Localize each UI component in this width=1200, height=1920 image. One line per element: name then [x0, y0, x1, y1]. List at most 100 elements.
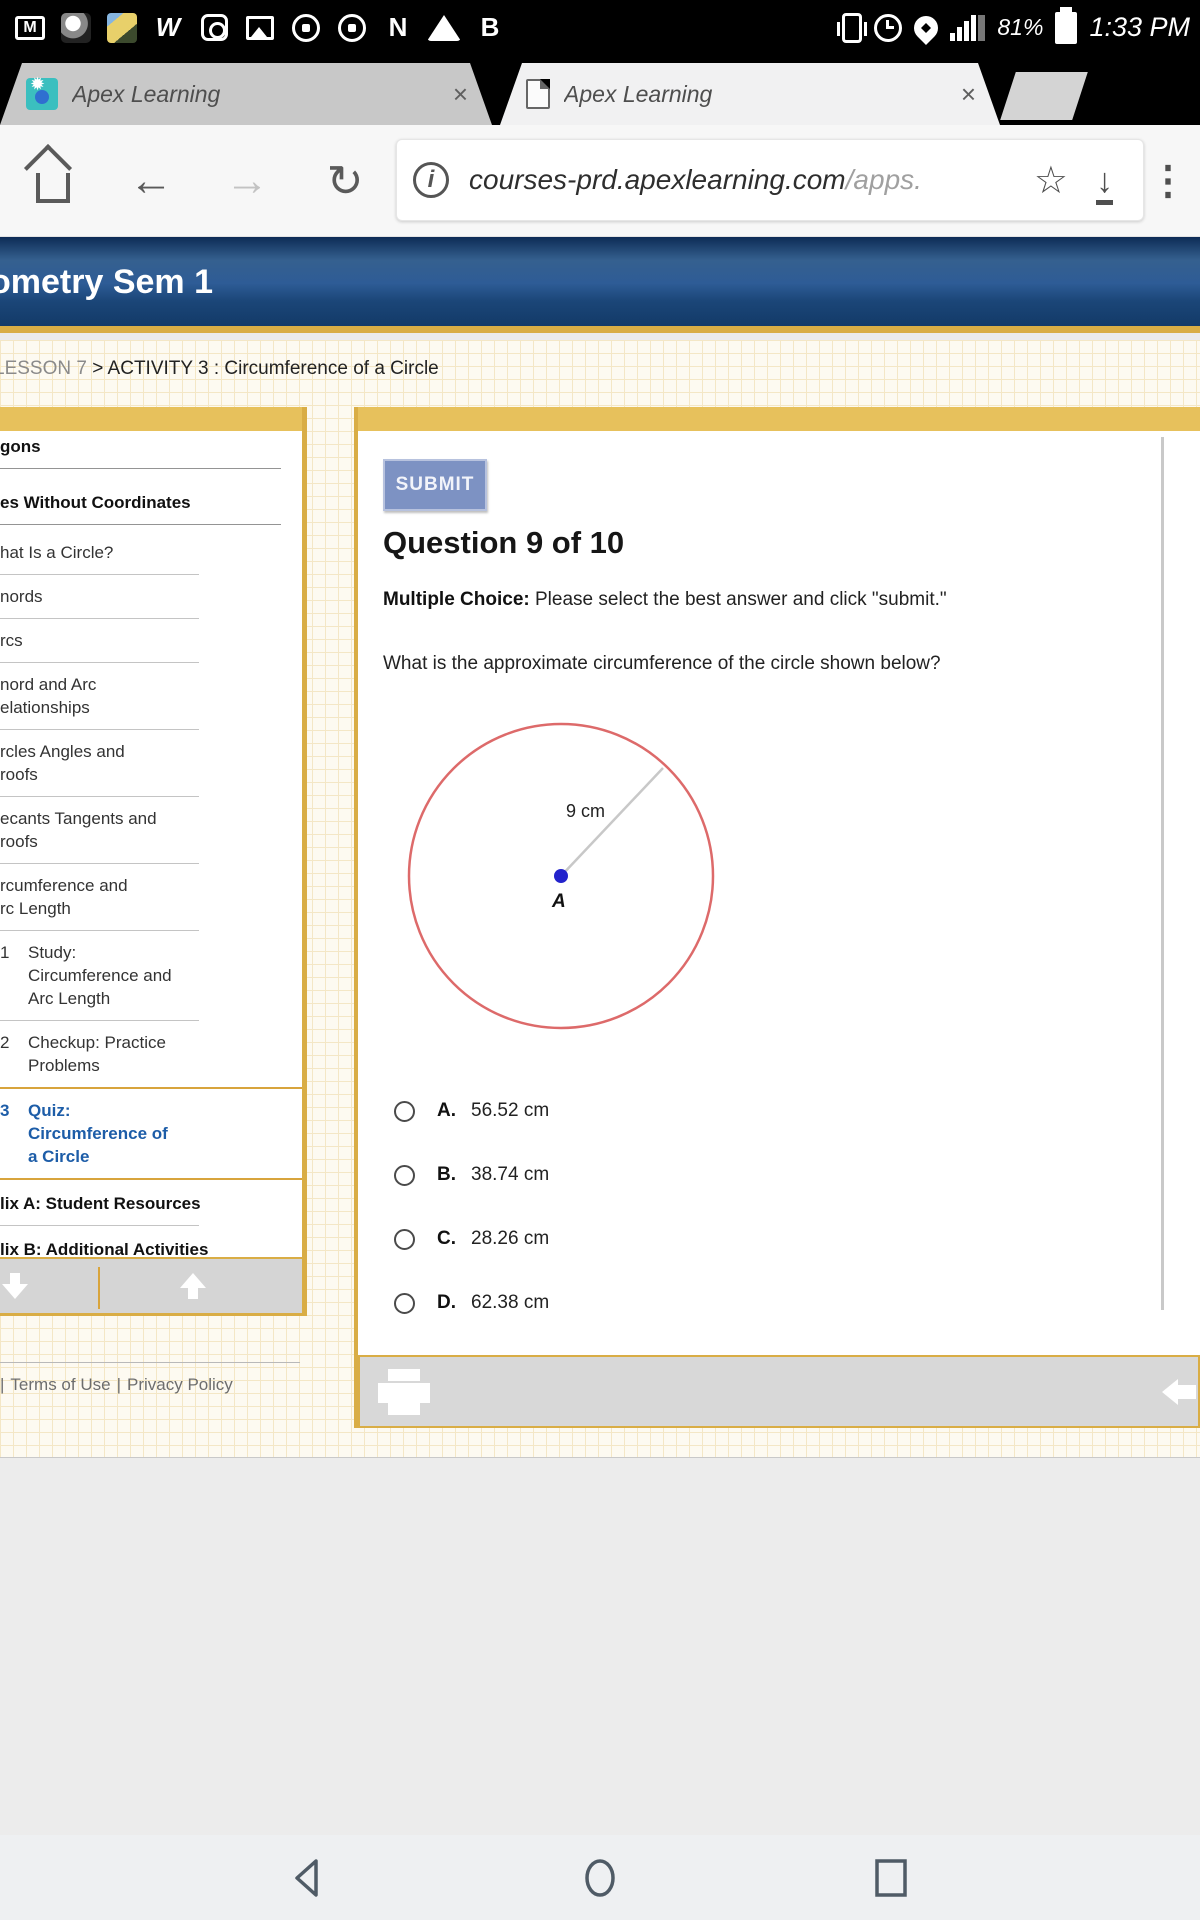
download-button[interactable]: ↓ — [1082, 159, 1127, 205]
browser-tab-bar: Apex Learning × Apex Learning × — [0, 55, 1200, 125]
sidebar-item-appendix-b[interactable]: lix B: Additional Activities — [0, 1226, 302, 1257]
url-path: /apps. — [845, 164, 922, 195]
tab-close-icon[interactable]: × — [955, 79, 982, 110]
reload-button[interactable]: ↻ — [310, 125, 380, 237]
avatar-color-icon — [106, 12, 138, 44]
previous-question-icon[interactable] — [1162, 1379, 1196, 1405]
tab-close-icon[interactable]: × — [447, 79, 474, 110]
letter-w-app-icon: W — [155, 12, 181, 42]
sidebar-item-secants-tangents-proofs[interactable]: ecants Tangents and roofs — [0, 797, 302, 863]
sidebar-item-circles-without-coordinates[interactable]: es Without Coordinates — [0, 469, 302, 524]
question-instruction: Multiple Choice: Please select the best … — [383, 589, 947, 611]
sidebar-item-what-is-a-circle[interactable]: hat Is a Circle? — [0, 525, 302, 574]
instagram-icon — [198, 12, 230, 44]
url-host: courses-prd.apexlearning.com — [469, 164, 846, 195]
notification-icons: M W N B — [0, 12, 506, 44]
course-title: ometry Sem 1 — [0, 263, 213, 301]
sidebar-item-appendix-a[interactable]: lix A: Student Resources — [0, 1180, 302, 1225]
quiz-panel: SUBMIT Question 9 of 10 Multiple Choice:… — [354, 407, 1200, 1428]
option-b[interactable]: B. 38.74 cm — [394, 1143, 894, 1207]
android-nav-bar — [0, 1835, 1200, 1920]
android-home-icon[interactable] — [577, 1855, 623, 1901]
back-icon: ← — [129, 156, 173, 205]
tab-switcher-button[interactable] — [1000, 72, 1088, 120]
divider — [98, 1267, 100, 1309]
gallery-icon — [244, 12, 276, 44]
browser-menu-button[interactable]: ⋮ — [1144, 125, 1192, 237]
url-text[interactable]: courses-prd.apexlearning.com/apps. — [469, 164, 1020, 196]
download-icon: ↓ — [1096, 161, 1113, 205]
option-c[interactable]: C. 28.26 cm — [394, 1207, 894, 1271]
breadcrumb-separator: > — [86, 358, 108, 379]
clock: 1:33 PM — [1089, 12, 1190, 42]
quiz-scrollbar[interactable] — [1161, 437, 1164, 1310]
wifi-share-icon — [427, 12, 461, 44]
privacy-policy-link[interactable]: Privacy Policy — [121, 1375, 239, 1394]
sidebar-item-study[interactable]: 1 Study: Circumference and Arc Length — [0, 931, 302, 1020]
scroll-up-icon[interactable] — [180, 1273, 206, 1299]
sidebar-item-chord-arc-relationships[interactable]: nord and Arc elationships — [0, 663, 302, 729]
sidebar-item-circles-angles-proofs[interactable]: rcles Angles and roofs — [0, 730, 302, 796]
scroll-down-icon[interactable] — [2, 1273, 28, 1299]
apex-favicon — [26, 78, 58, 110]
breadcrumb-activity: ACTIVITY 3 : Circumference of a Circle — [107, 358, 439, 379]
tab-apex-learning-inactive[interactable]: Apex Learning × — [0, 63, 492, 125]
option-d-radio[interactable] — [394, 1292, 415, 1314]
option-c-radio[interactable] — [394, 1228, 415, 1250]
android-sync-icon — [290, 12, 322, 44]
vibrate-icon — [837, 12, 868, 43]
question-title: Question 9 of 10 — [383, 525, 625, 560]
sidebar-item-arcs[interactable]: rcs — [0, 619, 302, 662]
option-d[interactable]: D. 62.38 cm — [394, 1271, 894, 1335]
signal-icon — [950, 14, 986, 41]
sidebar-item-quiz-active[interactable]: 3 Quiz: Circumference of a Circle — [0, 1087, 302, 1180]
back-button[interactable]: ← — [116, 125, 186, 237]
url-bar[interactable]: i courses-prd.apexlearning.com/apps. ☆ ↓ — [396, 139, 1144, 221]
question-text: What is the approximate circumference of… — [383, 653, 941, 674]
center-dot — [554, 869, 568, 883]
option-b-radio[interactable] — [394, 1164, 415, 1186]
bookmark-star-icon[interactable]: ☆ — [1020, 158, 1082, 203]
option-a[interactable]: A. 56.52 cm — [394, 1079, 894, 1143]
alarm-icon — [874, 13, 903, 42]
tab-title: Apex Learning — [564, 80, 713, 107]
tab-apex-learning-active[interactable]: Apex Learning × — [500, 63, 1000, 125]
breadcrumb-lesson[interactable]: LESSON 7 — [0, 358, 87, 379]
status-bar: M W N B 81% 1:33 PM — [0, 0, 1200, 55]
footer-links: | Terms of Use | Privacy Policy — [0, 1362, 300, 1395]
reload-icon: ↻ — [326, 156, 364, 206]
terms-of-use-link[interactable]: Terms of Use — [4, 1375, 116, 1394]
option-a-radio[interactable] — [394, 1100, 415, 1122]
sidebar-item-chords[interactable]: nords — [0, 575, 302, 618]
sidebar-item-circumference-arc-length[interactable]: rcumference and rc Length — [0, 864, 302, 930]
forward-icon: → — [225, 156, 269, 205]
course-header: ometry Sem 1 — [0, 237, 1200, 333]
sidebar-outline: gons es Without Coordinates hat Is a Cir… — [0, 431, 302, 1257]
lesson-sidebar: gons es Without Coordinates hat Is a Cir… — [0, 407, 307, 1316]
answer-options: A. 56.52 cm B. 38.74 cm C. 28.26 cm D. 6… — [394, 1079, 894, 1335]
gmail-icon: M — [14, 12, 46, 44]
battery-percent: 81% — [997, 14, 1044, 40]
document-favicon — [526, 79, 550, 109]
instruction-text: Please select the best answer and click … — [529, 589, 947, 610]
quiz-body: SUBMIT Question 9 of 10 Multiple Choice:… — [358, 431, 1200, 1355]
submit-button[interactable]: SUBMIT — [383, 459, 487, 511]
sidebar-gold-bar — [0, 407, 302, 431]
radius-label: 9 cm — [566, 801, 605, 821]
page-info-icon[interactable]: i — [413, 162, 449, 198]
tab-title: Apex Learning — [72, 80, 221, 107]
print-icon[interactable] — [378, 1368, 430, 1415]
letter-b-app-icon: B — [480, 12, 500, 42]
letter-n-app-icon: N — [388, 12, 408, 42]
forward-button[interactable]: → — [212, 125, 282, 237]
sidebar-item-checkup[interactable]: 2 Checkup: Practice Problems — [0, 1021, 302, 1087]
sidebar-item-polygons[interactable]: gons — [0, 431, 302, 468]
home-button[interactable] — [18, 125, 88, 237]
quiz-footer-bar — [358, 1355, 1200, 1428]
android-sync-2-icon — [336, 12, 368, 44]
android-back-icon[interactable] — [286, 1855, 332, 1901]
android-recents-icon[interactable] — [868, 1855, 914, 1901]
location-icon — [909, 10, 944, 45]
home-icon — [36, 173, 70, 203]
center-label: A — [551, 891, 566, 912]
